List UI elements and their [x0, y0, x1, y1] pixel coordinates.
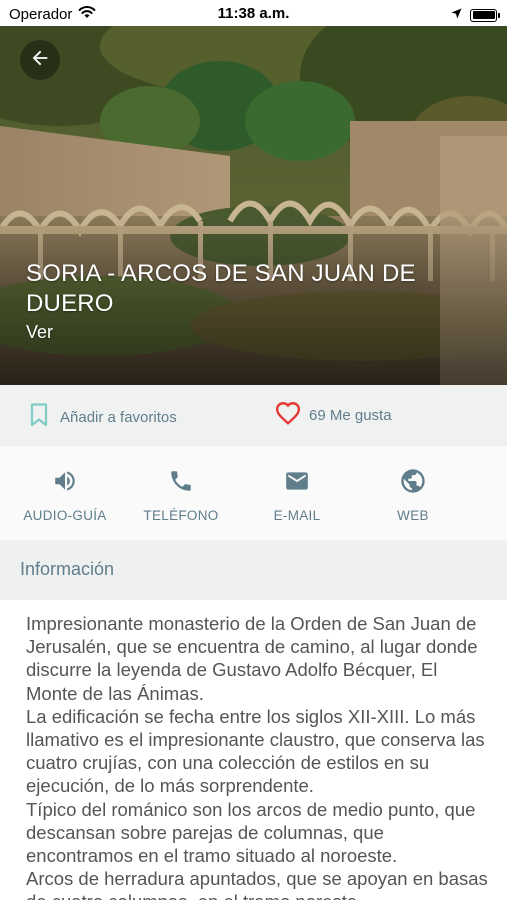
envelope-icon [242, 466, 352, 496]
description-paragraph: Impresionante monasterio de la Orden de … [26, 613, 478, 704]
phone-label: TELÉFONO [143, 508, 219, 523]
hero-image: SORIA - ARCOS DE SAN JUAN DE DUERO Ver [0, 26, 507, 385]
section-title: Información [20, 559, 115, 579]
description-paragraph: Arcos de herradura apuntados, que se apo… [26, 868, 488, 900]
web-button[interactable]: WEB [358, 466, 468, 523]
status-right [451, 6, 500, 24]
status-time: 11:38 a.m. [217, 5, 290, 22]
audio-guide-button[interactable]: AUDIO-GUÍA [10, 466, 120, 523]
description-paragraph: La edificación se fecha entre los siglos… [26, 705, 485, 797]
like-button[interactable]: 69 Me gusta [275, 401, 392, 430]
phone-icon [126, 466, 236, 496]
back-button[interactable] [20, 40, 60, 80]
status-bar: Operador 11:38 a.m. [0, 0, 507, 26]
actions-bar: Añadir a favoritos 69 Me gusta [0, 385, 507, 445]
battery-icon [470, 8, 500, 22]
view-link[interactable]: Ver [26, 322, 53, 343]
add-favorite-button[interactable]: Añadir a favoritos [30, 403, 177, 432]
contact-options: AUDIO-GUÍA TELÉFONO E-MAIL WEB [0, 445, 507, 540]
speaker-icon [10, 466, 120, 496]
bookmark-icon [30, 403, 48, 432]
email-button[interactable]: E-MAIL [242, 466, 352, 523]
favorite-label: Añadir a favoritos [60, 409, 177, 426]
description-paragraph: Típico del románico son los arcos de med… [26, 798, 476, 867]
battery-fill [472, 11, 495, 19]
arrow-left-icon [29, 47, 51, 74]
like-count: 69 Me gusta [309, 407, 392, 424]
web-label: WEB [397, 508, 429, 523]
location-arrow-icon [451, 6, 462, 24]
info-section-header: Información [0, 540, 507, 600]
globe-icon [358, 466, 468, 496]
description-text: Impresionante monasterio de la Orden de … [26, 612, 488, 900]
audio-guide-label: AUDIO-GUÍA [23, 508, 107, 523]
page-title: SORIA - ARCOS DE SAN JUAN DE DUERO [26, 260, 416, 317]
phone-button[interactable]: TELÉFONO [126, 466, 236, 523]
email-label: E-MAIL [273, 508, 321, 523]
heart-icon [275, 401, 301, 430]
